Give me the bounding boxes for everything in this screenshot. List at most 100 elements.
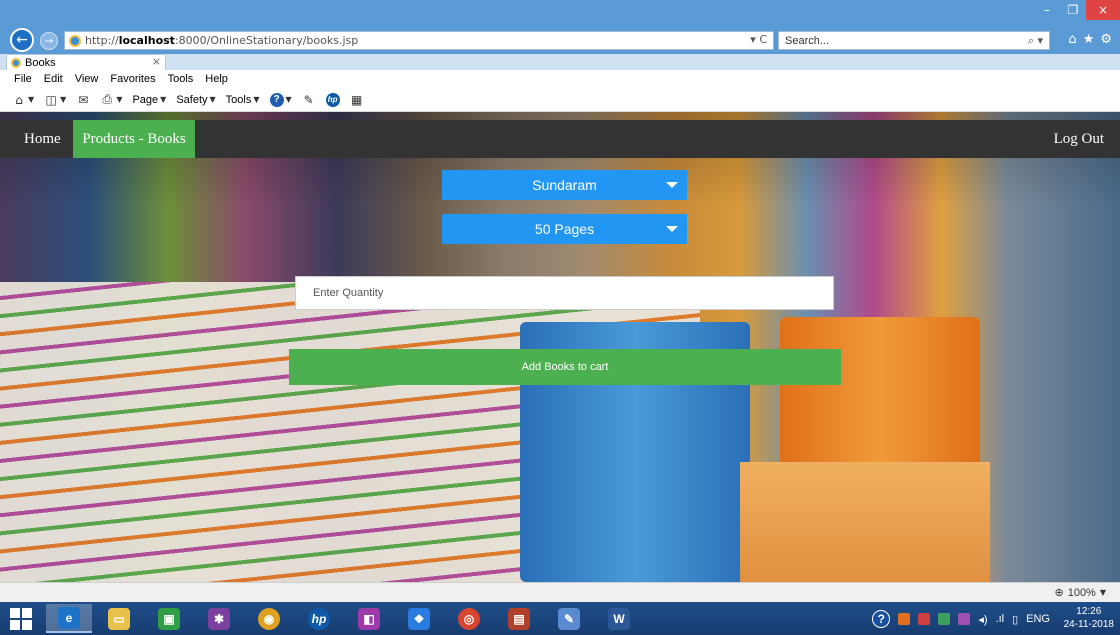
taskbar-photos[interactable]: ✱ bbox=[196, 604, 242, 633]
page-menu[interactable]: Page ▼ bbox=[132, 94, 166, 106]
safety-menu[interactable]: Safety ▼ bbox=[176, 94, 215, 106]
taskbar-media[interactable]: ◉ bbox=[246, 604, 292, 633]
rss-icon: ◫ bbox=[45, 92, 57, 107]
add-books-to-cart-button[interactable]: Add Books to cart bbox=[289, 349, 841, 385]
taskbar-hp[interactable]: hp bbox=[296, 604, 342, 633]
search-box[interactable]: Search... ⌕ ▾ bbox=[778, 31, 1050, 50]
taskbar-apps: e ▭ ▣ ✱ ◉ hp ◧ ❖ ◎ ▤ ✎ W bbox=[46, 604, 642, 633]
quantity-input[interactable] bbox=[295, 276, 834, 310]
minimize-button[interactable]: – bbox=[1034, 0, 1060, 20]
system-tray: ? ◂) .ıl ▯ ENG bbox=[872, 610, 1050, 628]
volume-icon[interactable]: ◂) bbox=[978, 613, 987, 626]
taskbar-dropbox[interactable]: ❖ bbox=[396, 604, 442, 633]
menu-help[interactable]: Help bbox=[205, 73, 228, 85]
forward-arrow-icon: → bbox=[44, 35, 54, 47]
tray-help-icon[interactable]: ? bbox=[872, 610, 891, 628]
caret-icon: ▼ bbox=[1099, 588, 1106, 597]
signal-icon[interactable]: .ıl bbox=[996, 613, 1005, 625]
background-sticky-notes bbox=[740, 462, 990, 582]
mail-icon: ✉ bbox=[78, 92, 89, 107]
print-command[interactable]: ⎙ ▼ bbox=[100, 92, 123, 107]
status-bar: ⊕ 100% ▼ bbox=[0, 582, 1120, 602]
internet-explorer-icon: e bbox=[58, 606, 80, 629]
tray-network-app-icon[interactable] bbox=[938, 613, 951, 625]
hp-addon-icon[interactable]: hp bbox=[325, 92, 340, 107]
zoom-control[interactable]: ⊕ 100% ▼ bbox=[1054, 586, 1106, 600]
system-clock[interactable]: 12:26 24-11-2018 bbox=[1064, 605, 1114, 631]
forward-button[interactable]: → bbox=[40, 32, 58, 50]
game-icon: ▤ bbox=[508, 607, 530, 630]
menu-view[interactable]: View bbox=[75, 73, 99, 85]
refresh-dropdown[interactable]: ▾ C bbox=[750, 33, 767, 46]
web-page: Home Products - Books Log Out Sundaram 5… bbox=[0, 112, 1120, 582]
favorites-star-icon[interactable]: ★ bbox=[1083, 32, 1095, 47]
menu-file[interactable]: File bbox=[14, 73, 32, 85]
chrome-icon: ◎ bbox=[458, 607, 480, 630]
window-controls: – ❐ × bbox=[1034, 0, 1120, 20]
menu-edit[interactable]: Edit bbox=[44, 73, 63, 85]
caret-icon: ▼ bbox=[285, 95, 292, 104]
taskbar-chrome[interactable]: ◎ bbox=[446, 604, 492, 633]
search-icon[interactable]: ⌕ ▾ bbox=[1028, 34, 1043, 48]
restore-button[interactable]: ❐ bbox=[1060, 0, 1086, 20]
addon-icon[interactable]: ▦ bbox=[350, 93, 364, 107]
pages-select-value: 50 Pages bbox=[534, 221, 595, 237]
pages-select[interactable]: 50 Pages bbox=[442, 214, 687, 244]
start-button[interactable] bbox=[10, 608, 32, 630]
taskbar-explorer[interactable]: ▭ bbox=[96, 604, 142, 633]
home-icon[interactable]: ⌂ bbox=[1068, 32, 1076, 47]
tab-title: Books bbox=[25, 56, 56, 69]
taskbar-store[interactable]: ▣ bbox=[146, 604, 192, 633]
address-bar[interactable]: http://localhost:8000/OnlineStationary/b… bbox=[64, 31, 774, 50]
taskbar-paint[interactable]: ✎ bbox=[546, 604, 592, 633]
tab-close-icon[interactable]: × bbox=[152, 55, 161, 68]
browser-right-icons: ⌂ ★ ⚙ bbox=[1068, 32, 1112, 47]
caret-icon: ▼ bbox=[60, 95, 67, 104]
photos-icon: ✱ bbox=[208, 607, 230, 630]
tab-favicon-icon bbox=[11, 57, 21, 68]
back-arrow-icon: ← bbox=[16, 32, 28, 48]
language-indicator[interactable]: ENG bbox=[1026, 613, 1050, 625]
tools-menu[interactable]: Tools ▼ bbox=[226, 94, 260, 106]
address-row: ← → http://localhost:8000/OnlineStationa… bbox=[0, 26, 1120, 54]
safety-menu-label: Safety bbox=[176, 93, 208, 106]
nav-home-link[interactable]: Home bbox=[12, 120, 73, 158]
taskbar-presenter[interactable]: ◧ bbox=[346, 604, 392, 633]
nav-products-books-link[interactable]: Products - Books bbox=[73, 120, 195, 158]
menu-tools[interactable]: Tools bbox=[168, 73, 194, 85]
store-icon: ▣ bbox=[158, 607, 180, 630]
close-window-button[interactable]: × bbox=[1086, 0, 1120, 20]
nav-logout-link[interactable]: Log Out bbox=[1042, 120, 1116, 158]
mail-command[interactable]: ✉ bbox=[76, 93, 90, 107]
brand-select[interactable]: Sundaram bbox=[442, 170, 687, 200]
caret-icon: ▼ bbox=[253, 95, 260, 104]
search-placeholder: Search... bbox=[785, 34, 830, 47]
house-icon: ⌂ bbox=[15, 92, 23, 107]
research-icon[interactable]: ✎ bbox=[302, 93, 316, 107]
page-menu-label: Page bbox=[132, 93, 159, 106]
ie-favicon-icon bbox=[69, 34, 81, 47]
taskbar-game[interactable]: ▤ bbox=[496, 604, 542, 633]
tray-presenter-icon[interactable] bbox=[958, 613, 971, 625]
dropdown-arrow-icon bbox=[666, 182, 678, 188]
home-command[interactable]: ⌂ ▼ bbox=[12, 93, 34, 107]
presenter-icon: ◧ bbox=[358, 607, 380, 630]
hp-icon: hp bbox=[308, 607, 330, 630]
taskbar-word[interactable]: W bbox=[596, 604, 642, 633]
tools-menu-label: Tools bbox=[225, 93, 252, 106]
back-button[interactable]: ← bbox=[10, 28, 34, 52]
tray-flag-icon[interactable] bbox=[918, 613, 931, 625]
file-explorer-icon: ▭ bbox=[108, 607, 130, 630]
help-command[interactable]: ? ▼ bbox=[269, 92, 292, 107]
url-text[interactable]: http://localhost:8000/OnlineStationary/b… bbox=[85, 34, 358, 47]
battery-icon[interactable]: ▯ bbox=[1012, 613, 1018, 626]
tab-books[interactable]: Books × bbox=[6, 54, 166, 70]
menu-favorites[interactable]: Favorites bbox=[110, 73, 155, 85]
feeds-command[interactable]: ◫ ▼ bbox=[44, 93, 66, 107]
zoom-icon: ⊕ bbox=[1054, 587, 1064, 599]
tray-app-icon[interactable] bbox=[898, 613, 911, 625]
taskbar-ie[interactable]: e bbox=[46, 604, 92, 633]
command-bar: ⌂ ▼ ◫ ▼ ✉ ⎙ ▼ Page ▼ Safety ▼ Tools ▼ ? ▼ ✎ hp … bbox=[0, 88, 1120, 112]
help-icon: ? bbox=[269, 92, 284, 107]
settings-gear-icon[interactable]: ⚙ bbox=[1100, 32, 1112, 47]
